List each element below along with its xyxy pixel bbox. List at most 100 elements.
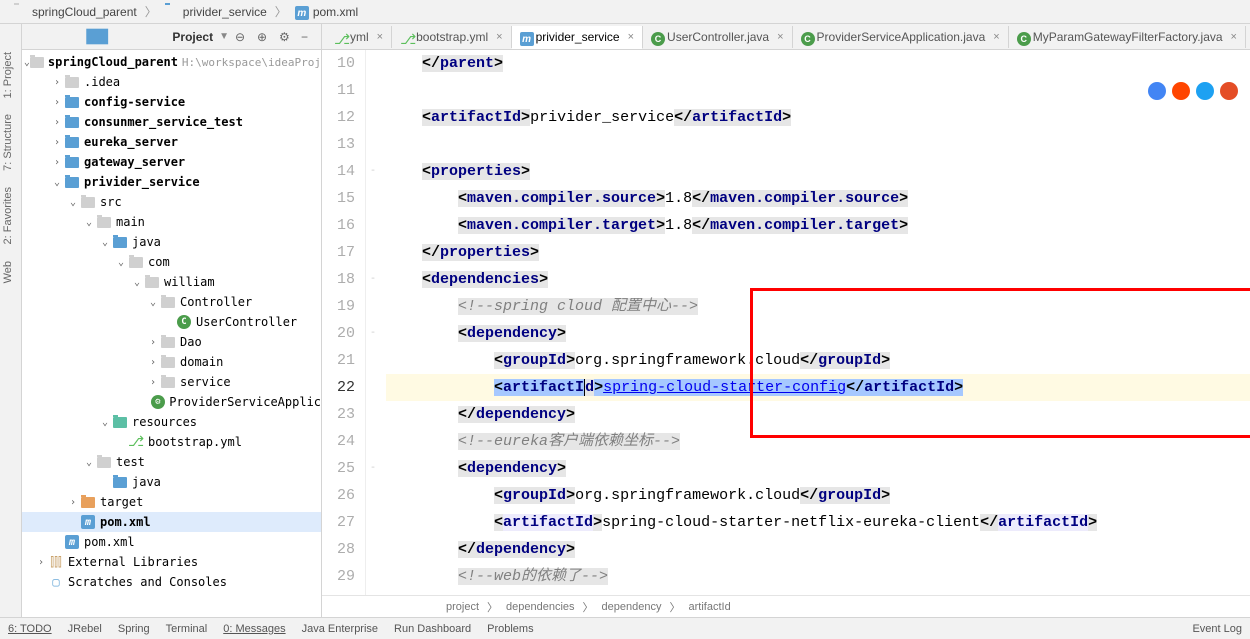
tree-node[interactable]: ⌄springCloud_parentH:\workspace\ideaProj [22, 52, 321, 72]
tree-arrow-icon[interactable]: ⌄ [66, 197, 80, 208]
tree-node[interactable]: ›gateway_server [22, 152, 321, 172]
fold-marker[interactable] [366, 50, 380, 77]
status-item[interactable]: Terminal [166, 623, 208, 635]
tree-arrow-icon[interactable]: › [50, 77, 64, 88]
tree-arrow-icon[interactable]: › [50, 137, 64, 148]
code-line[interactable]: <artifactId>spring-cloud-starter-netflix… [386, 509, 1250, 536]
tree-arrow-icon[interactable]: ⌄ [98, 417, 112, 428]
close-icon[interactable]: × [377, 31, 383, 43]
tree-node[interactable]: ⌄main [22, 212, 321, 232]
code-line[interactable]: <maven.compiler.source>1.8</maven.compil… [386, 185, 1250, 212]
editor-breadcrumb[interactable]: project〉dependencies〉dependency〉artifact… [322, 595, 1250, 617]
code-line[interactable]: <maven.compiler.target>1.8</maven.compil… [386, 212, 1250, 239]
fold-marker[interactable] [366, 401, 380, 428]
project-tree[interactable]: ⌄springCloud_parentH:\workspace\ideaProj… [22, 50, 321, 617]
code-line[interactable]: </parent> [386, 50, 1250, 77]
fold-column[interactable]: - -- - [366, 50, 380, 595]
code-line[interactable]: <artifactId>spring-cloud-starter-config<… [386, 374, 1250, 401]
tree-node[interactable]: ›service [22, 372, 321, 392]
tree-arrow-icon[interactable]: ⌄ [114, 257, 128, 268]
editor-tab[interactable]: CMyParamGatewayFilterFactory.java× [1009, 26, 1246, 48]
editor-tab[interactable]: ⎇yml× [326, 26, 392, 48]
tree-node[interactable]: ›⫿⫿⫿External Libraries [22, 552, 321, 572]
status-item[interactable]: JRebel [68, 623, 102, 635]
tree-node[interactable]: ›target [22, 492, 321, 512]
tool-window-tab[interactable]: 1: Project [0, 44, 21, 106]
browser-icon[interactable] [1220, 82, 1238, 100]
fold-marker[interactable] [366, 509, 380, 536]
tree-arrow-icon[interactable]: › [66, 497, 80, 508]
tree-node[interactable]: ⎇bootstrap.yml [22, 432, 321, 452]
fold-marker[interactable]: - [366, 266, 380, 293]
tree-node[interactable]: ⌄java [22, 232, 321, 252]
breadcrumb-item[interactable]: mpom.xml [289, 3, 364, 21]
tree-node[interactable]: ⚙ProviderServiceApplic [22, 392, 321, 412]
browser-icon[interactable] [1172, 82, 1190, 100]
tree-node[interactable]: ›eureka_server [22, 132, 321, 152]
tree-arrow-icon[interactable]: ⌄ [130, 277, 144, 288]
tree-node[interactable]: ⌄com [22, 252, 321, 272]
code-editor[interactable]: 1011121314151617181920212223242526272829… [322, 50, 1250, 595]
code-line[interactable]: <properties> [386, 158, 1250, 185]
code-line[interactable]: <dependency> [386, 455, 1250, 482]
fold-marker[interactable] [366, 239, 380, 266]
editor-tab[interactable]: CUserController.java× [643, 26, 792, 48]
tree-arrow-icon[interactable]: › [50, 117, 64, 128]
tree-node[interactable]: ⌄src [22, 192, 321, 212]
collapse-icon[interactable]: ⊖ [235, 30, 249, 44]
gear-icon[interactable]: ⚙ [279, 30, 293, 44]
fold-marker[interactable]: - [366, 158, 380, 185]
code-content[interactable]: </parent> <artifactId>privider_service</… [380, 50, 1250, 595]
status-item[interactable]: Run Dashboard [394, 623, 471, 635]
close-icon[interactable]: × [993, 31, 999, 43]
tree-arrow-icon[interactable]: › [146, 377, 160, 388]
code-line[interactable]: <!--web的依赖了--> [386, 563, 1250, 590]
code-line[interactable]: <dependency> [386, 320, 1250, 347]
code-line[interactable]: <groupId>org.springframework.cloud</grou… [386, 482, 1250, 509]
tree-node[interactable]: ›domain [22, 352, 321, 372]
status-item[interactable]: Spring [118, 623, 150, 635]
tree-node[interactable]: CUserController [22, 312, 321, 332]
fold-marker[interactable] [366, 212, 380, 239]
crumb-item[interactable]: project [446, 601, 479, 613]
status-item[interactable]: 0: Messages [223, 623, 285, 635]
tree-node[interactable]: mpom.xml [22, 512, 321, 532]
tree-arrow-icon[interactable]: ⌄ [146, 297, 160, 308]
tree-arrow-icon[interactable]: ⌄ [82, 457, 96, 468]
tree-arrow-icon[interactable]: › [50, 157, 64, 168]
tree-arrow-icon[interactable]: ⌄ [50, 177, 64, 188]
close-icon[interactable]: × [777, 31, 783, 43]
code-line[interactable] [386, 77, 1250, 104]
fold-marker[interactable] [366, 185, 380, 212]
tree-node[interactable]: mpom.xml [22, 532, 321, 552]
fold-marker[interactable] [366, 293, 380, 320]
tree-arrow-icon[interactable]: › [146, 357, 160, 368]
tree-node[interactable]: java [22, 472, 321, 492]
tree-node[interactable]: ›.idea [22, 72, 321, 92]
code-line[interactable]: </properties> [386, 239, 1250, 266]
tree-arrow-icon[interactable]: ⌄ [82, 217, 96, 228]
fold-marker[interactable] [366, 374, 380, 401]
browser-icon[interactable] [1148, 82, 1166, 100]
close-icon[interactable]: × [628, 31, 634, 43]
target-icon[interactable]: ⊕ [257, 30, 271, 44]
code-line[interactable]: </dependency> [386, 536, 1250, 563]
breadcrumb-item[interactable]: springCloud_parent [8, 3, 143, 21]
tool-window-tab[interactable]: 7: Structure [0, 106, 21, 179]
code-line[interactable]: <groupId>org.springframework.cloud</grou… [386, 347, 1250, 374]
fold-marker[interactable] [366, 428, 380, 455]
status-item[interactable]: 6: TODO [8, 623, 52, 635]
editor-tab[interactable]: ⎇bootstrap.yml× [392, 26, 511, 48]
tree-node[interactable]: ›Dao [22, 332, 321, 352]
status-item[interactable]: Event Log [1192, 623, 1242, 635]
close-icon[interactable]: × [1231, 31, 1237, 43]
editor-tab[interactable]: CProviderServiceApplication.java× [793, 26, 1009, 48]
fold-marker[interactable] [366, 104, 380, 131]
code-line[interactable] [386, 131, 1250, 158]
crumb-item[interactable]: dependencies [506, 601, 575, 613]
code-line[interactable]: </dependency> [386, 401, 1250, 428]
tree-node[interactable]: ⌄privider_service [22, 172, 321, 192]
project-dropdown-icon[interactable]: ▼ [219, 31, 229, 42]
tree-node[interactable]: ⌄Controller [22, 292, 321, 312]
crumb-item[interactable]: dependency [602, 601, 662, 613]
